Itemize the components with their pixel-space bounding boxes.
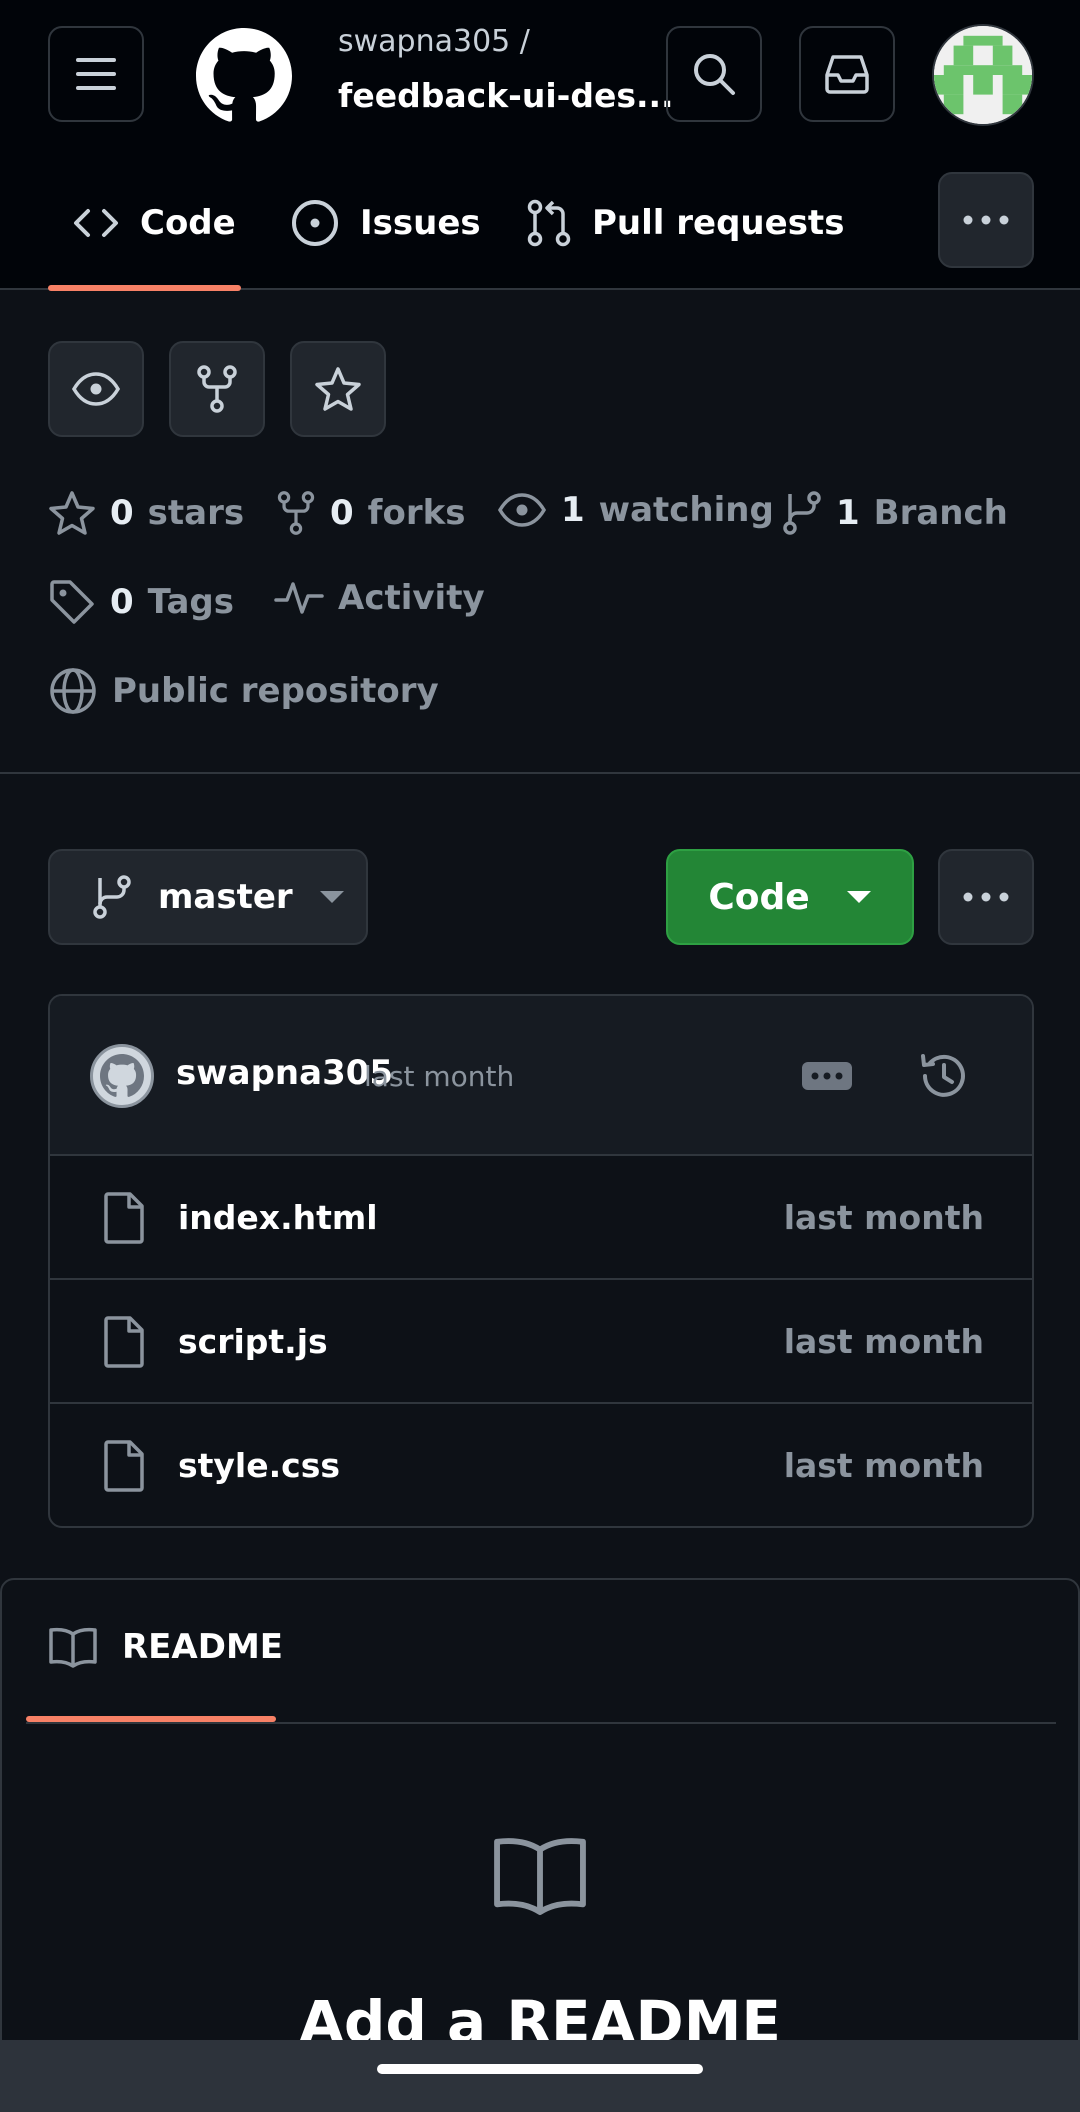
github-octocat-icon	[100, 1054, 144, 1097]
file-row[interactable]: index.html last month	[50, 1156, 1032, 1280]
stars-label: stars	[147, 493, 245, 533]
tag-icon	[50, 580, 94, 624]
code-dropdown-button[interactable]: Code	[666, 849, 914, 945]
git-branch-icon	[783, 491, 821, 535]
book-icon	[49, 1627, 97, 1668]
stars-count: 0	[110, 493, 134, 533]
more-tabs-button[interactable]	[938, 172, 1034, 268]
file-name[interactable]: script.js	[178, 1322, 328, 1361]
tags-count-link[interactable]: 0 Tags	[48, 578, 234, 626]
eye-icon	[497, 493, 547, 527]
watch-button[interactable]	[48, 341, 144, 437]
repo-forked-icon	[277, 491, 315, 535]
forks-count: 0	[330, 493, 354, 533]
code-icon	[74, 209, 118, 237]
branch-selector-button[interactable]: master	[48, 849, 368, 945]
branch-count-link[interactable]: 1 Branch	[782, 490, 1008, 536]
branch-count: 1	[836, 493, 860, 533]
activity-link[interactable]: Activity	[274, 578, 485, 618]
branch-name: master	[158, 877, 293, 917]
commit-history-button[interactable]	[916, 1050, 968, 1102]
public-repository-indicator: Public repository	[48, 666, 439, 716]
globe-icon	[50, 668, 96, 714]
menu-button[interactable]	[48, 26, 144, 122]
file-name[interactable]: style.css	[178, 1446, 340, 1485]
watching-count: 1	[561, 490, 585, 530]
bottom-system-bar	[0, 2040, 1080, 2112]
tab-code[interactable]: Code	[72, 178, 236, 268]
fork-button[interactable]	[169, 341, 265, 437]
active-tab-indicator	[48, 285, 241, 291]
inbox-button[interactable]	[799, 26, 895, 122]
star-button[interactable]	[290, 341, 386, 437]
commit-author-avatar[interactable]	[90, 1044, 154, 1108]
search-button[interactable]	[666, 26, 762, 122]
commit-author-name[interactable]: swapna305	[176, 1053, 393, 1093]
top-navigation-bar: swapna305 / feedback-ui-des... Code Issu…	[0, 0, 1080, 291]
repo-name-link[interactable]: feedback-ui-des...	[338, 76, 674, 115]
git-branch-icon	[93, 875, 131, 919]
watching-count-link[interactable]: 1 watching	[497, 490, 774, 530]
readme-tab[interactable]: README	[48, 1626, 283, 1668]
tab-issues[interactable]: Issues	[290, 178, 481, 268]
tab-pull-requests-label: Pull requests	[592, 203, 845, 243]
book-icon	[494, 1838, 586, 1916]
triangle-down-icon	[319, 891, 344, 903]
public-repository-label: Public repository	[112, 671, 439, 711]
commit-message-toggle[interactable]	[802, 1062, 852, 1090]
tags-count: 0	[110, 582, 134, 622]
history-icon	[921, 1054, 965, 1097]
ellipsis-icon	[811, 1072, 843, 1080]
stars-count-link[interactable]: 0 stars	[48, 490, 244, 536]
user-avatar[interactable]	[932, 24, 1034, 126]
pulse-icon	[274, 582, 324, 614]
kebab-horizontal-icon	[963, 892, 1009, 902]
code-button-label: Code	[708, 876, 810, 918]
file-time: last month	[783, 1198, 984, 1237]
user-avatar-icon	[934, 26, 1032, 124]
file-row[interactable]: style.css last month	[50, 1404, 1032, 1526]
forks-count-link[interactable]: 0 forks	[276, 490, 465, 536]
triangle-down-icon	[846, 891, 871, 903]
more-options-button[interactable]	[938, 849, 1034, 945]
file-icon	[104, 1440, 144, 1492]
tab-issues-label: Issues	[360, 203, 481, 243]
home-indicator[interactable]	[377, 2064, 703, 2074]
branch-label: Branch	[873, 493, 1008, 533]
file-list: swapna305 last month index.html last mon…	[48, 994, 1034, 1528]
tab-code-label: Code	[140, 203, 236, 243]
watching-label: watching	[598, 490, 774, 530]
file-icon	[104, 1316, 144, 1368]
readme-divider	[26, 1722, 1056, 1724]
git-pull-request-icon	[527, 199, 571, 247]
file-name[interactable]: index.html	[178, 1198, 378, 1237]
file-time: last month	[783, 1322, 984, 1361]
commit-time: last month	[364, 1060, 515, 1093]
section-divider	[0, 772, 1080, 774]
star-icon	[49, 491, 95, 535]
tab-pull-requests[interactable]: Pull requests	[526, 178, 844, 268]
eye-icon	[71, 372, 121, 406]
readme-tab-label: README	[122, 1627, 284, 1667]
file-icon	[104, 1192, 144, 1244]
activity-label: Activity	[338, 578, 485, 618]
issue-opened-icon	[292, 200, 338, 246]
star-icon	[315, 367, 361, 411]
search-icon	[694, 54, 735, 95]
latest-commit-row: swapna305 last month	[50, 996, 1032, 1156]
forks-label: forks	[367, 493, 466, 533]
github-logo-icon[interactable]	[196, 28, 292, 124]
repo-forked-icon	[197, 365, 237, 413]
tags-label: Tags	[147, 582, 234, 622]
repo-owner-link[interactable]: swapna305 /	[338, 24, 530, 59]
hamburger-menu-icon	[76, 58, 116, 90]
kebab-horizontal-icon	[963, 215, 1009, 225]
inbox-icon	[825, 55, 869, 94]
file-row[interactable]: script.js last month	[50, 1280, 1032, 1404]
file-time: last month	[783, 1446, 984, 1485]
